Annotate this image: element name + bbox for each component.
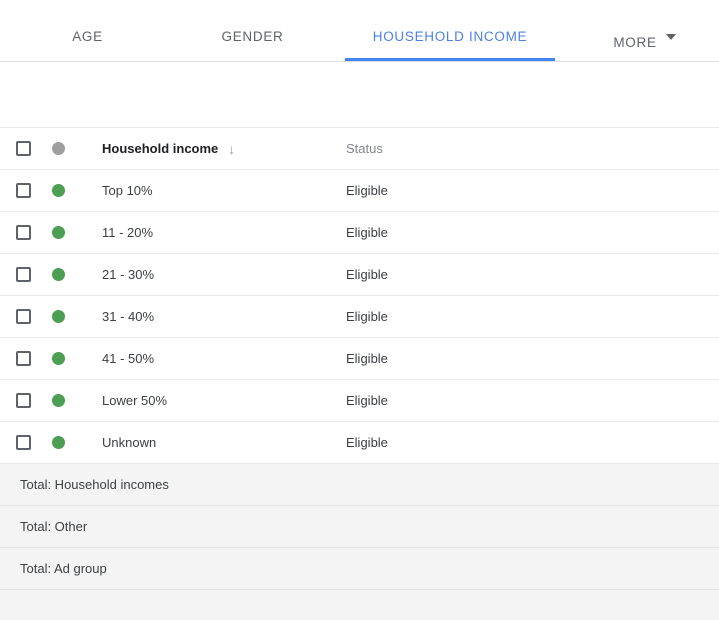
row-status-value: Eligible [346, 225, 719, 240]
row-select-cell [0, 351, 52, 366]
row-status-value: Eligible [346, 309, 719, 324]
select-all-checkbox[interactable] [16, 141, 31, 156]
row-status-dot-cell [52, 184, 102, 197]
status-dot-icon [52, 226, 65, 239]
table-row[interactable]: Lower 50% Eligible [0, 380, 719, 422]
row-household-income-value: Lower 50% [102, 393, 346, 408]
status-dot-icon [52, 142, 65, 155]
tab-gender[interactable]: GENDER [175, 0, 330, 61]
table-row[interactable]: Top 10% Eligible [0, 170, 719, 212]
select-all-cell [0, 141, 52, 156]
row-household-income-value: 11 - 20% [102, 225, 346, 240]
row-status-value: Eligible [346, 351, 719, 366]
chevron-down-icon [666, 34, 676, 40]
row-select-cell [0, 309, 52, 324]
row-checkbox[interactable] [16, 351, 31, 366]
row-status-value: Eligible [346, 267, 719, 282]
table-footer-area [0, 590, 719, 620]
column-header-status[interactable]: Status [346, 141, 719, 156]
tab-more-label: MORE [613, 23, 656, 50]
active-tab-underline [345, 58, 555, 61]
row-status-dot-cell [52, 352, 102, 365]
row-checkbox[interactable] [16, 393, 31, 408]
row-checkbox[interactable] [16, 225, 31, 240]
row-status-value: Eligible [346, 393, 719, 408]
row-status-dot-cell [52, 310, 102, 323]
total-row-ad-group: Total: Ad group [0, 548, 719, 590]
total-row-other: Total: Other [0, 506, 719, 548]
total-row-household-incomes: Total: Household incomes [0, 464, 719, 506]
status-dot-icon [52, 184, 65, 197]
row-select-cell [0, 225, 52, 240]
status-dot-icon [52, 394, 65, 407]
tab-more-inner: MORE [613, 11, 675, 50]
table-header-row: Household income ↓ Status [0, 128, 719, 170]
row-checkbox[interactable] [16, 309, 31, 324]
demographics-tab-bar: AGE GENDER HOUSEHOLD INCOME MORE [0, 0, 719, 62]
column-header-household-income-label: Household income [102, 141, 218, 156]
row-select-cell [0, 267, 52, 282]
table-row[interactable]: 21 - 30% Eligible [0, 254, 719, 296]
row-household-income-value: 21 - 30% [102, 267, 346, 282]
household-income-table: Household income ↓ Status Top 10% Eligib… [0, 128, 719, 620]
table-row[interactable]: Unknown Eligible [0, 422, 719, 464]
tab-gender-label: GENDER [222, 17, 284, 44]
status-dot-icon [52, 310, 65, 323]
column-header-household-income[interactable]: Household income ↓ [102, 141, 346, 156]
tab-age-label: AGE [72, 17, 103, 44]
table-row[interactable]: 11 - 20% Eligible [0, 212, 719, 254]
row-status-value: Eligible [346, 435, 719, 450]
table-toolbar-area [0, 62, 719, 128]
row-household-income-value: Top 10% [102, 183, 346, 198]
row-household-income-value: 41 - 50% [102, 351, 346, 366]
row-status-dot-cell [52, 436, 102, 449]
tab-household-income[interactable]: HOUSEHOLD INCOME [330, 0, 570, 61]
tab-more[interactable]: MORE [570, 0, 719, 61]
row-select-cell [0, 393, 52, 408]
tab-age[interactable]: AGE [0, 0, 175, 61]
row-select-cell [0, 435, 52, 450]
row-select-cell [0, 183, 52, 198]
row-checkbox[interactable] [16, 435, 31, 450]
row-checkbox[interactable] [16, 267, 31, 282]
tab-household-income-label: HOUSEHOLD INCOME [373, 17, 527, 44]
row-status-dot-cell [52, 226, 102, 239]
row-household-income-value: 31 - 40% [102, 309, 346, 324]
tab-strip: AGE GENDER HOUSEHOLD INCOME MORE [0, 0, 719, 61]
table-row[interactable]: 41 - 50% Eligible [0, 338, 719, 380]
header-status-dot-cell [52, 142, 102, 155]
status-dot-icon [52, 268, 65, 281]
status-dot-icon [52, 352, 65, 365]
sort-descending-icon: ↓ [228, 142, 235, 156]
row-checkbox[interactable] [16, 183, 31, 198]
row-status-dot-cell [52, 268, 102, 281]
row-status-value: Eligible [346, 183, 719, 198]
row-household-income-value: Unknown [102, 435, 346, 450]
row-status-dot-cell [52, 394, 102, 407]
table-row[interactable]: 31 - 40% Eligible [0, 296, 719, 338]
ad-group-demographics-panel: AGE GENDER HOUSEHOLD INCOME MORE [0, 0, 719, 615]
status-dot-icon [52, 436, 65, 449]
